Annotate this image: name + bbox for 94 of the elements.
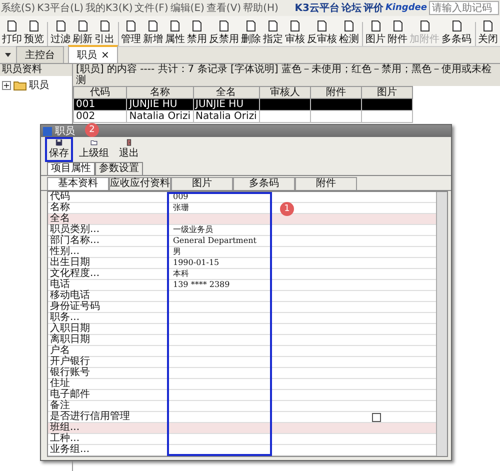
- field-label: 代码: [49, 192, 71, 202]
- column-header[interactable]: 全名: [193, 86, 260, 98]
- menu-item[interactable]: 编辑(E): [170, 1, 204, 15]
- toolbar-button[interactable]: 多条码: [440, 20, 472, 46]
- field-label: 入职日期: [49, 324, 91, 334]
- toolbar-button[interactable]: 反禁用: [208, 20, 240, 46]
- toolbar-button[interactable]: 检测: [338, 20, 360, 46]
- tab[interactable]: 图片: [171, 177, 233, 190]
- menu-item[interactable]: 查看(V): [206, 1, 242, 15]
- table-cell: Natalia Orizi: [129, 111, 191, 122]
- field-label: 电子邮件: [49, 390, 91, 400]
- menu-item[interactable]: 我的K3(K): [85, 1, 133, 15]
- window-title: 职员: [55, 125, 75, 138]
- toolbar-button[interactable]: 上级组: [75, 137, 113, 162]
- toolbar-button[interactable]: 禁用: [186, 20, 208, 46]
- field-value[interactable]: 男: [173, 247, 181, 256]
- toolbar-button[interactable]: 属性: [164, 20, 186, 46]
- toolbar-button[interactable]: 管理: [120, 20, 142, 46]
- top-link[interactable]: 评价: [363, 1, 384, 15]
- field-label: 备注: [49, 401, 70, 411]
- field-label: 户名: [49, 346, 70, 356]
- menu-item[interactable]: 系统(S): [1, 1, 36, 15]
- menu-item[interactable]: 文件(F): [134, 1, 168, 15]
- close-icon[interactable]: ×: [101, 50, 110, 61]
- toolbar-button[interactable]: 保存: [45, 137, 73, 162]
- menu-item[interactable]: K3平台(L): [37, 1, 84, 15]
- field-label: 出生日期: [49, 258, 91, 268]
- column-header[interactable]: 代码: [74, 86, 127, 98]
- menu-item[interactable]: 帮助(H): [243, 1, 278, 15]
- field-label: 离职日期: [49, 335, 91, 345]
- search-field[interactable]: 请输入助记码: [429, 1, 499, 15]
- tab[interactable]: 基本资料: [47, 177, 109, 190]
- toolbar-button[interactable]: 图片: [364, 20, 386, 46]
- field-value[interactable]: 张珊: [173, 203, 189, 212]
- top-link[interactable]: K3云平台: [294, 1, 340, 15]
- toolbar-button[interactable]: 新增: [142, 20, 164, 46]
- tab[interactable]: 附件: [295, 177, 357, 190]
- toolbar-button[interactable]: 打印: [1, 20, 23, 46]
- tree-item[interactable]: 职员: [29, 78, 49, 92]
- field-label: 班组...: [49, 423, 81, 433]
- field-label: 银行账号: [49, 368, 91, 378]
- toolbar-button[interactable]: 预览: [23, 20, 45, 46]
- column-header[interactable]: 名称: [126, 86, 194, 98]
- field-label: 住址: [49, 379, 70, 389]
- field-label: 身份证号码: [49, 302, 101, 312]
- field-label: 开户银行: [49, 357, 91, 367]
- table-row[interactable]: 002 Natalia Orizi Natalia Orizi: [74, 110, 412, 122]
- field-value[interactable]: 1990-01-15: [173, 258, 220, 267]
- toolbar-button[interactable]: 退出: [115, 137, 143, 162]
- toolbar-button[interactable]: 关闭: [477, 20, 499, 46]
- field-label: 文化程度...: [49, 269, 101, 279]
- field-label: 工种...: [49, 434, 81, 444]
- field-label: 职务...: [49, 313, 80, 323]
- toolbar-button[interactable]: 删除: [240, 20, 262, 46]
- field-value[interactable]: 139 **** 2389: [173, 280, 230, 289]
- field-label: 名称: [49, 203, 71, 213]
- toolbar-button[interactable]: 过滤: [50, 20, 72, 46]
- field-label: 全名: [49, 214, 70, 224]
- field-label: 移动电话: [49, 291, 91, 301]
- table-cell: JUNJIE HU: [196, 99, 244, 110]
- table-row[interactable]: 001 JUNJIE HU JUNJIE HU: [74, 98, 412, 110]
- top-link[interactable]: 论坛: [341, 1, 362, 15]
- step-badge: 1: [280, 202, 294, 216]
- field-label: 是否进行信用管理: [49, 412, 131, 422]
- field-label: 电话: [49, 280, 70, 290]
- toolbar-button[interactable]: 审核: [284, 20, 306, 46]
- tab[interactable]: 应收应付资料: [109, 177, 171, 190]
- toolbar-button[interactable]: 引出: [94, 20, 116, 46]
- toolbar-button[interactable]: 反审核: [306, 20, 338, 46]
- tab[interactable]: 主控台: [16, 46, 64, 63]
- toolbar-button[interactable]: 附件: [386, 20, 408, 46]
- field-label: 部门名称...: [50, 236, 101, 246]
- toolbar-button[interactable]: 刷新: [72, 20, 94, 46]
- column-header[interactable]: 审核人: [259, 86, 310, 98]
- tab[interactable]: 参数设置: [95, 162, 143, 175]
- column-header[interactable]: 图片: [361, 86, 412, 98]
- field-value[interactable]: General Department: [173, 236, 256, 245]
- table-cell: 001: [76, 99, 96, 110]
- toolbar-button[interactable]: 指定: [262, 20, 284, 46]
- panel-title: 职员资料: [0, 64, 72, 76]
- field-label: 性别...: [48, 247, 80, 257]
- table-cell: 002: [76, 111, 96, 122]
- tab[interactable]: 职员 ×: [68, 45, 118, 63]
- table-cell: JUNJIE HU: [129, 99, 178, 110]
- field-value[interactable]: 一级业务员: [173, 225, 213, 234]
- field-value[interactable]: 本科: [173, 269, 189, 278]
- expand-toggle[interactable]: +: [2, 80, 11, 90]
- field-label: 业务组...: [49, 445, 91, 455]
- tab[interactable]: 多条码: [233, 177, 295, 190]
- tab[interactable]: 项目属性: [47, 162, 95, 175]
- field-label: 职员类别...: [49, 225, 101, 235]
- table-cell: Natalia Orizi: [196, 111, 257, 122]
- brand-logo: Kingdee: [385, 3, 427, 13]
- column-header[interactable]: 附件: [310, 86, 362, 98]
